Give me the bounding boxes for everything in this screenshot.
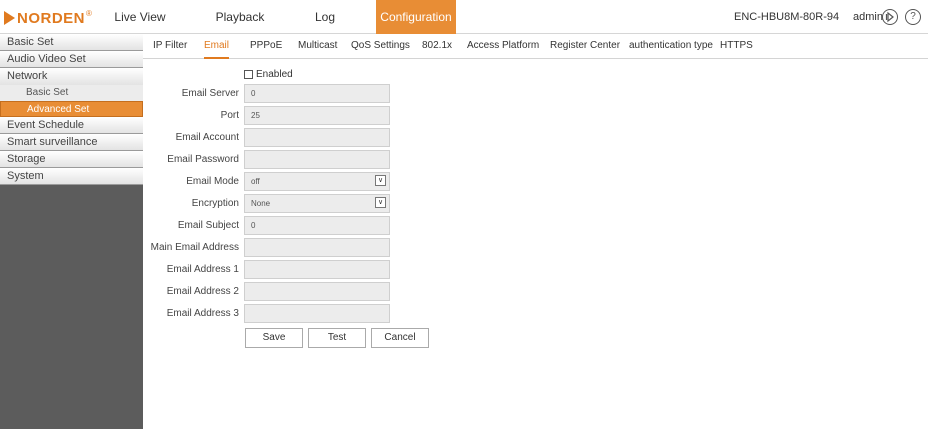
sidebar-subitem-advanced-set[interactable]: Advanced Set <box>0 101 143 117</box>
email-address-3-row: Email Address 3 <box>143 304 403 324</box>
tab-ip-filter[interactable]: IP Filter <box>153 34 187 59</box>
sidebar-item-storage[interactable]: Storage <box>0 151 143 168</box>
tab-multicast[interactable]: Multicast <box>298 34 337 59</box>
sidebar-item-event-schedule[interactable]: Event Schedule <box>0 117 143 134</box>
main-email-address-label: Main Email Address <box>150 242 239 253</box>
sidebar-item-basic-set[interactable]: Basic Set <box>0 34 143 51</box>
sidebar: Basic Set Audio Video Set Network Basic … <box>0 34 143 429</box>
email-mode-value: off <box>251 177 260 186</box>
logo-registered-mark: ® <box>86 8 92 18</box>
tab-https[interactable]: HTTPS <box>720 34 753 59</box>
email-address-1-row: Email Address 1 <box>143 260 403 280</box>
norden-logo: NORDEN ® <box>4 8 92 28</box>
email-mode-label: Email Mode <box>186 176 239 187</box>
email-account-input[interactable] <box>244 128 390 147</box>
email-server-row: Email Server 0 <box>143 84 403 104</box>
enabled-label: Enabled <box>256 69 293 80</box>
email-password-row: Email Password <box>143 150 403 170</box>
tab-qos-settings[interactable]: QoS Settings <box>351 34 410 59</box>
email-address-2-row: Email Address 2 <box>143 282 403 302</box>
email-mode-row: Email Mode off ∨ <box>143 172 403 192</box>
cancel-button[interactable]: Cancel <box>371 328 429 348</box>
email-address-1-label: Email Address 1 <box>166 264 239 275</box>
device-name: ENC-HBU8M-80R-94 <box>734 11 840 23</box>
email-mode-select[interactable]: off ∨ <box>244 172 390 191</box>
sidebar-item-network[interactable]: Network <box>0 68 143 85</box>
email-account-label: Email Account <box>175 132 239 143</box>
save-button[interactable]: Save <box>245 328 303 348</box>
email-subject-label: Email Subject <box>177 220 239 231</box>
encryption-value: None <box>251 199 271 208</box>
sidebar-item-audio-video-set[interactable]: Audio Video Set <box>0 51 143 68</box>
email-account-row: Email Account <box>143 128 403 148</box>
user-name: admin <box>853 11 883 23</box>
nav-live-view[interactable]: Live View <box>114 0 166 34</box>
encryption-select[interactable]: None ∨ <box>244 194 390 213</box>
nav-configuration[interactable]: Configuration <box>376 0 456 34</box>
tab-802-1x[interactable]: 802.1x <box>422 34 452 59</box>
test-button[interactable]: Test <box>308 328 366 348</box>
sidebar-item-system[interactable]: System <box>0 168 143 185</box>
enabled-checkbox-row[interactable]: Enabled <box>244 69 293 80</box>
tab-register-center[interactable]: Register Center <box>550 34 620 59</box>
logout-icon[interactable] <box>882 9 898 25</box>
top-bar: NORDEN ® Live View Playback Log Configur… <box>0 0 928 34</box>
chevron-down-icon[interactable]: ∨ <box>375 175 386 186</box>
tab-pppoe[interactable]: PPPoE <box>250 34 282 59</box>
logo-triangle-icon <box>4 11 15 25</box>
encryption-label: Encryption <box>191 198 239 209</box>
port-label: Port <box>220 110 239 121</box>
email-address-3-input[interactable] <box>244 304 390 323</box>
email-server-input[interactable]: 0 <box>244 84 390 103</box>
nav-log[interactable]: Log <box>310 0 340 34</box>
help-icon[interactable]: ? <box>905 9 921 25</box>
email-subject-row: Email Subject 0 <box>143 216 403 236</box>
sidebar-item-smart-surveillance[interactable]: Smart surveillance <box>0 134 143 151</box>
tab-authentication-type[interactable]: authentication type <box>629 34 713 59</box>
sub-tab-bar: IP Filter Email PPPoE Multicast QoS Sett… <box>143 34 928 59</box>
email-password-label: Email Password <box>167 154 239 165</box>
email-settings-form: Enabled Email Server 0 Port 25 Email Acc… <box>143 60 928 429</box>
email-address-2-input[interactable] <box>244 282 390 301</box>
email-address-3-label: Email Address 3 <box>166 308 239 319</box>
email-subject-input[interactable]: 0 <box>244 216 390 235</box>
email-address-2-label: Email Address 2 <box>166 286 239 297</box>
tab-email[interactable]: Email <box>204 34 230 59</box>
tab-access-platform[interactable]: Access Platform <box>467 34 539 59</box>
main-email-address-row: Main Email Address <box>143 238 403 258</box>
email-address-1-input[interactable] <box>244 260 390 279</box>
email-server-label: Email Server <box>181 88 239 99</box>
email-password-input[interactable] <box>244 150 390 169</box>
port-row: Port 25 <box>143 106 403 126</box>
enabled-checkbox[interactable] <box>244 70 253 79</box>
encryption-row: Encryption None ∨ <box>143 194 403 214</box>
logo-text: NORDEN <box>17 9 86 27</box>
main-email-address-input[interactable] <box>244 238 390 257</box>
chevron-down-icon[interactable]: ∨ <box>375 197 386 208</box>
sidebar-subitem-basic-set[interactable]: Basic Set <box>0 85 143 101</box>
port-input[interactable]: 25 <box>244 106 390 125</box>
nav-playback[interactable]: Playback <box>210 0 270 34</box>
